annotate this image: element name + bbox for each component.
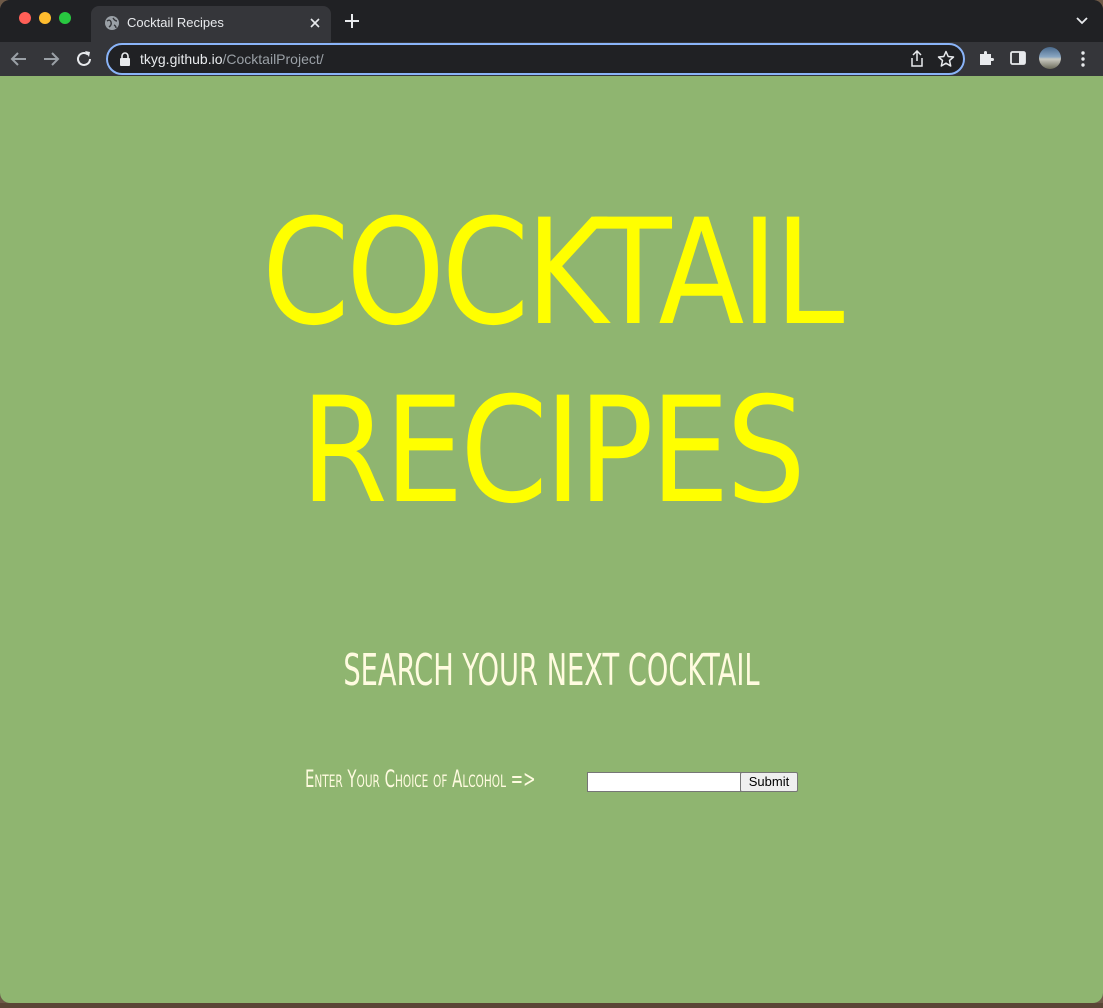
window-minimize-button[interactable]	[39, 12, 51, 24]
page-title: COCKTAIL RECIPES	[77, 184, 1026, 540]
window-close-button[interactable]	[19, 12, 31, 24]
hero-line-2: RECIPES	[300, 366, 806, 536]
page-viewport: COCKTAIL RECIPES SEARCH YOUR NEXT COCKTA…	[0, 76, 1103, 1003]
side-panel-icon[interactable]	[1009, 49, 1027, 67]
tab-strip: Cocktail Recipes	[0, 0, 1103, 42]
address-bar[interactable]: tkyg.github.io/CocktailProject/	[106, 43, 965, 75]
submit-button[interactable]: Submit	[740, 772, 798, 792]
chevron-down-icon[interactable]	[1075, 14, 1089, 28]
close-icon[interactable]	[307, 15, 323, 31]
forward-arrow-icon[interactable]	[40, 48, 62, 70]
lock-icon[interactable]	[119, 52, 131, 66]
extensions-puzzle-icon[interactable]	[977, 49, 995, 67]
url-path: /CocktailProject/	[222, 51, 324, 67]
search-heading: SEARCH YOUR NEXT COCKTAIL	[343, 645, 760, 696]
desktop-background	[0, 1003, 1103, 1008]
reload-icon[interactable]	[73, 48, 95, 70]
profile-avatar[interactable]	[1039, 47, 1061, 69]
url-text: tkyg.github.io/CocktailProject/	[140, 50, 324, 68]
search-form: Enter Your Choice of Alcohol => Submit	[305, 764, 825, 800]
more-menu-icon[interactable]	[1076, 49, 1090, 69]
globe-icon	[105, 16, 119, 30]
share-icon[interactable]	[909, 50, 925, 68]
back-arrow-icon[interactable]	[8, 48, 30, 70]
url-host: tkyg.github.io	[140, 51, 223, 67]
tab-cocktail-recipes[interactable]: Cocktail Recipes	[91, 6, 331, 42]
tab-title: Cocktail Recipes	[127, 15, 224, 30]
bookmark-star-icon[interactable]	[937, 50, 955, 68]
hero-line-1: COCKTAIL	[261, 188, 845, 358]
alcohol-search-input[interactable]	[587, 772, 742, 792]
browser-toolbar: tkyg.github.io/CocktailProject/	[0, 42, 1103, 76]
browser-window: Cocktail Recipes tkyg.github.io/Cocktail…	[0, 0, 1103, 1003]
search-label: Enter Your Choice of Alcohol =>	[305, 765, 536, 793]
window-maximize-button[interactable]	[59, 12, 71, 24]
new-tab-icon[interactable]	[343, 12, 361, 30]
